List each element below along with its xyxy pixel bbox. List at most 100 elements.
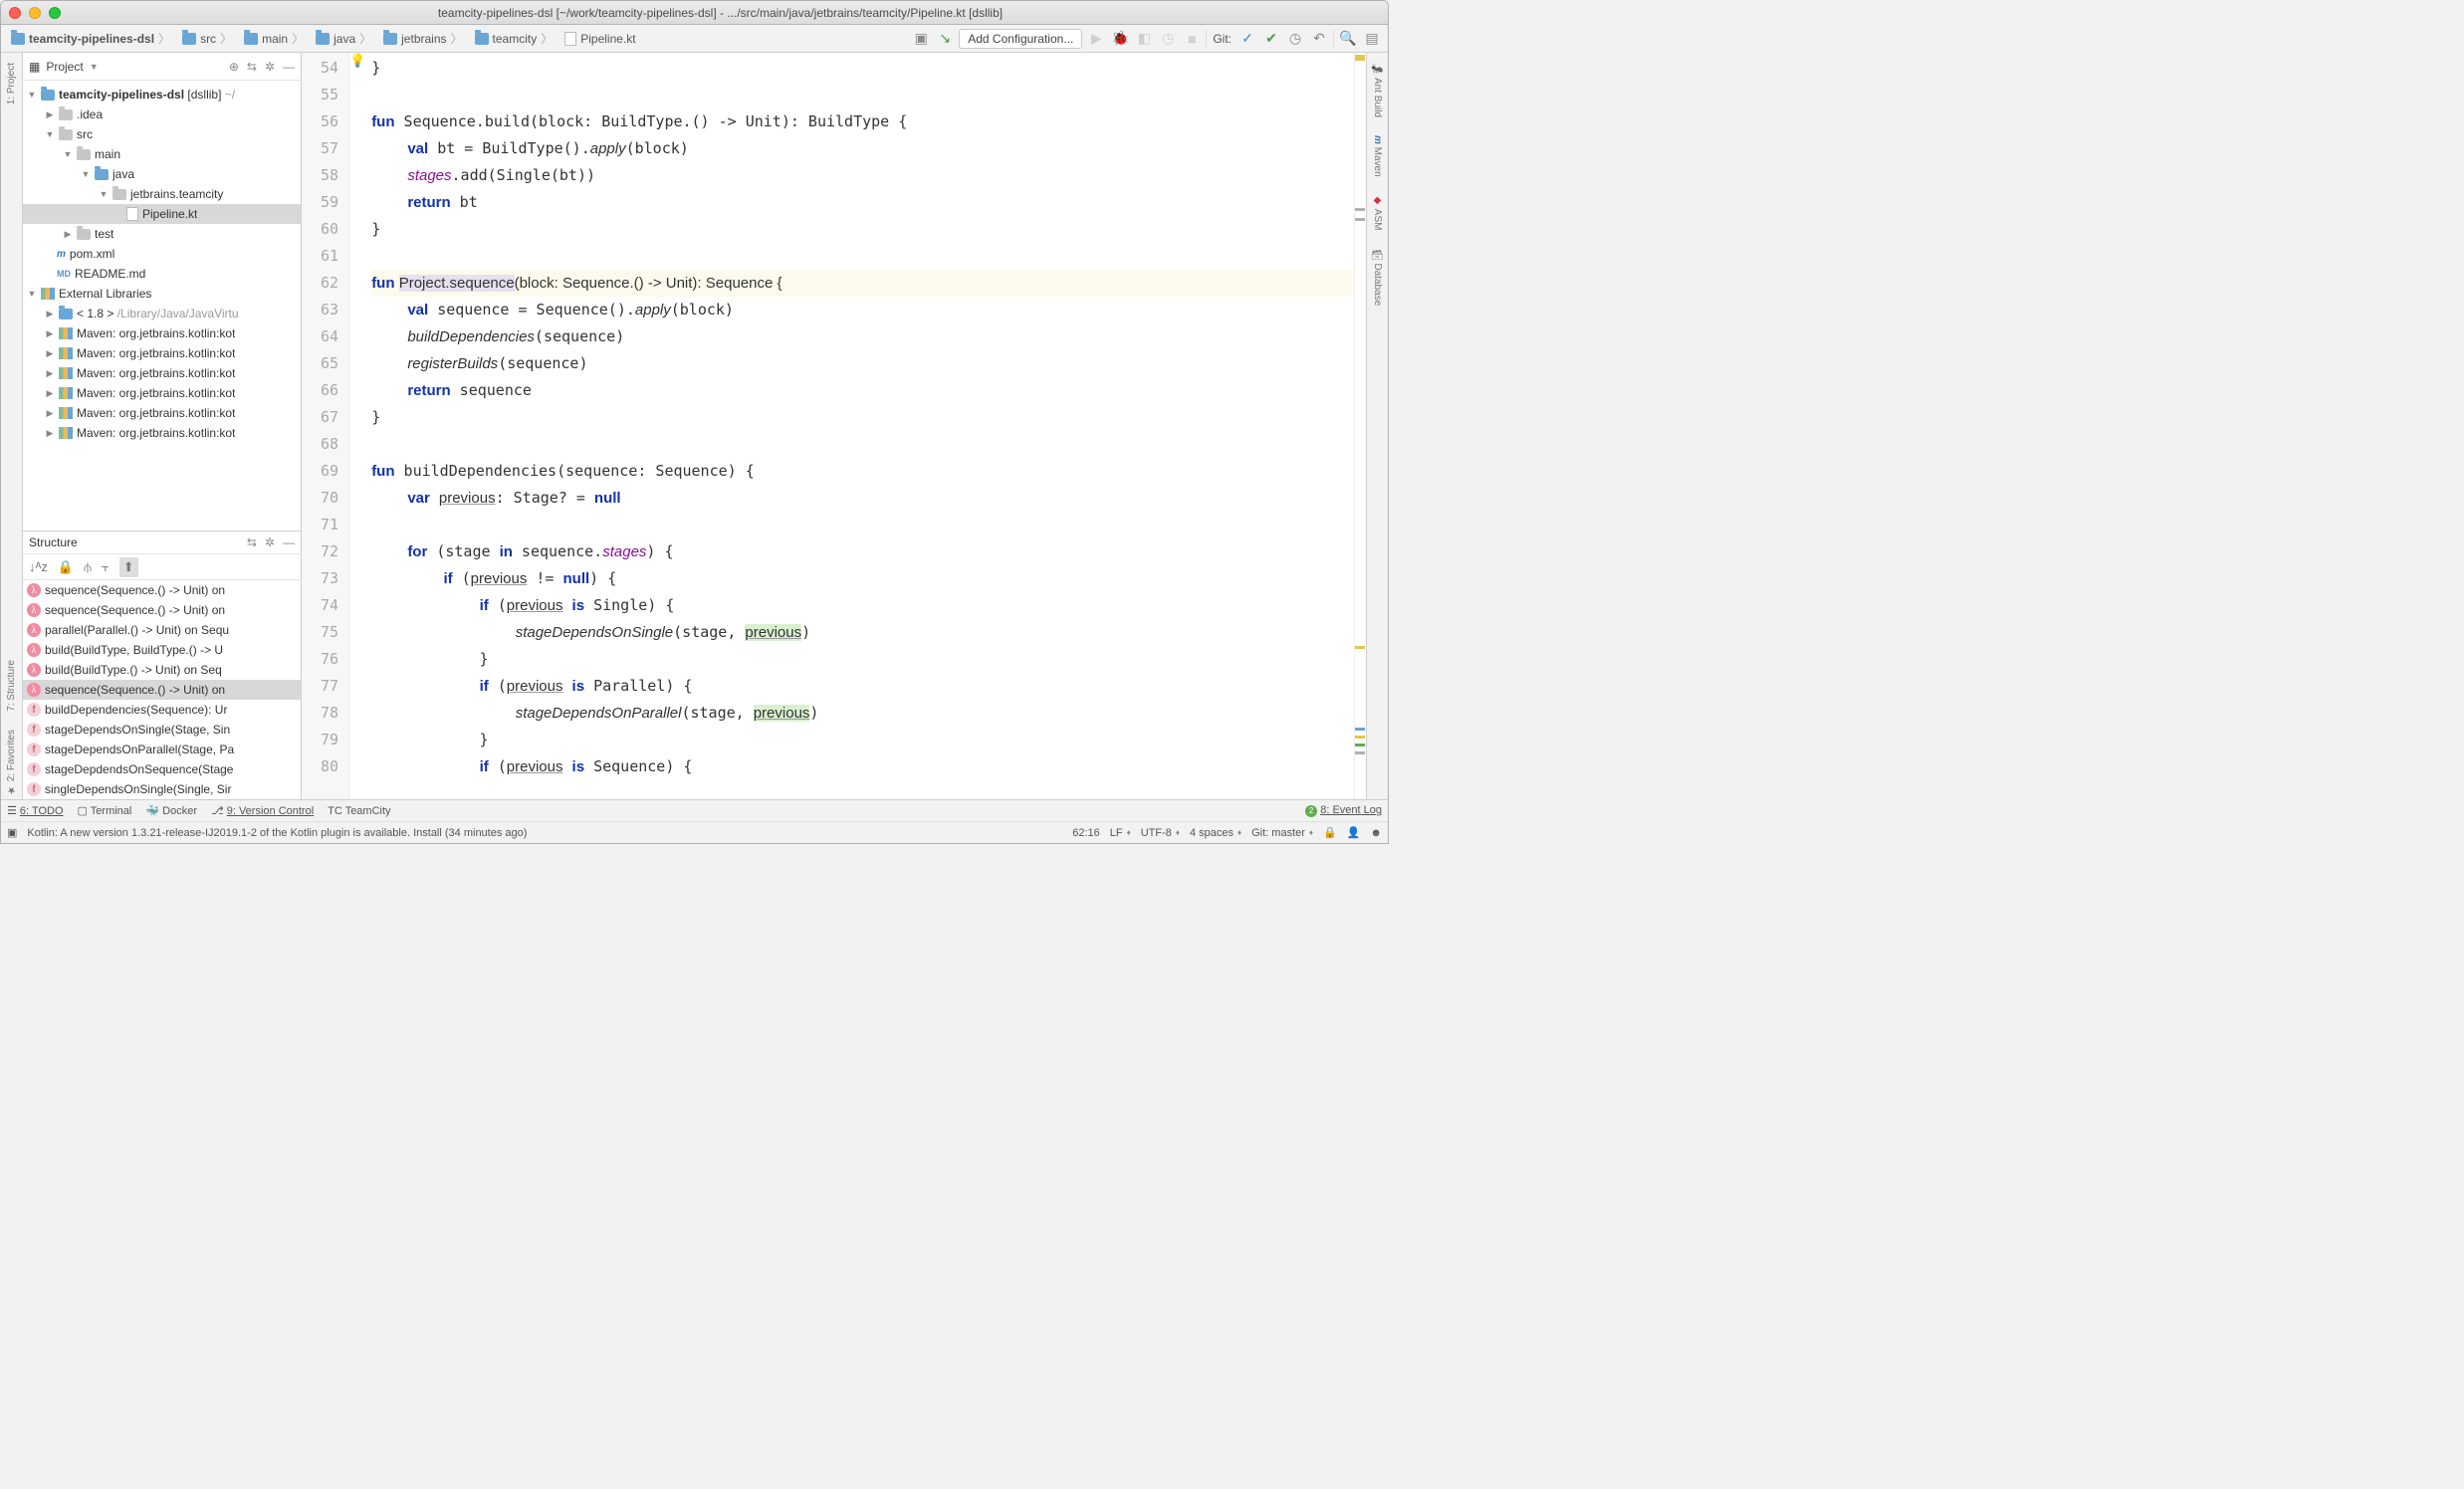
lib-icon — [59, 327, 73, 339]
git-revert-icon[interactable]: ↶ — [1309, 29, 1329, 49]
intention-bulb-icon[interactable]: 💡 — [349, 53, 365, 799]
code-editor[interactable]: 54 55 56 57 58 59 60 61 62 63 64 65 66 6… — [302, 53, 1366, 799]
breadcrumb-root[interactable]: teamcity-pipelines-dsl〉 — [7, 30, 174, 47]
sort-alpha-icon[interactable]: ↓ᴬᴢ — [29, 559, 48, 574]
docker-tool-button[interactable]: 🐳 Docker — [145, 804, 197, 817]
sidebar: ▦ Project ▼ ⊕ ⇆ ✲ — ▼teamcity-pipelines-… — [23, 53, 302, 799]
filter-icon[interactable]: ⫛ — [84, 559, 92, 575]
debug-button[interactable]: 🐞 — [1110, 29, 1130, 49]
indent-setting[interactable]: 4 spaces♦ — [1190, 827, 1241, 839]
ant-tool-tab[interactable]: 🐜 Ant Build — [1372, 59, 1383, 121]
add-configuration-button[interactable]: Add Configuration... — [959, 29, 1082, 49]
hide-panel-icon[interactable]: — — [283, 60, 295, 74]
breadcrumb-item[interactable]: main〉 — [240, 30, 308, 47]
folder-icon — [77, 149, 91, 160]
lib-icon — [59, 367, 73, 379]
caret-position[interactable]: 62:16 — [1072, 827, 1100, 839]
breadcrumb-item[interactable]: jetbrains〉 — [379, 30, 466, 47]
right-tool-tabs: 🐜 Ant Build m Maven ◆ ASM 🗃 Database — [1366, 53, 1388, 799]
minimize-window-button[interactable] — [29, 7, 41, 19]
structure-toolbar: ↓ᴬᴢ 🔒 ⫛ ⫟ ⬆ — [23, 554, 301, 580]
hide-icon[interactable]: — — [283, 535, 295, 549]
lock-icon[interactable]: 🔒 — [58, 559, 74, 575]
git-pull-icon[interactable]: ✓ — [1237, 29, 1257, 49]
select-run-target-icon[interactable]: ▣ — [911, 29, 931, 49]
error-stripe[interactable] — [1354, 53, 1366, 799]
titlebar: teamcity-pipelines-dsl [~/work/teamcity-… — [1, 1, 1388, 25]
ide-settings-icon[interactable]: ▤ — [1362, 29, 1382, 49]
window-title: teamcity-pipelines-dsl [~/work/teamcity-… — [61, 6, 1380, 20]
maven-tool-tab[interactable]: m Maven — [1372, 131, 1383, 181]
build-hammer-icon[interactable]: ↘ — [935, 29, 955, 49]
file-encoding[interactable]: UTF-8♦ — [1141, 827, 1180, 839]
lambda-icon: λ — [27, 583, 41, 597]
breadcrumb-item[interactable]: src〉 — [178, 30, 236, 47]
terminal-tool-button[interactable]: ▢ Terminal — [78, 804, 132, 817]
zoom-window-button[interactable] — [49, 7, 61, 19]
structure-panel-header: Structure ⇆ ✲ — — [23, 531, 301, 554]
breadcrumb-item[interactable]: java〉 — [312, 30, 375, 47]
git-branch[interactable]: Git: master♦ — [1251, 827, 1313, 839]
show-fields-icon[interactable]: ⫟ — [102, 559, 110, 575]
lib-icon — [59, 387, 73, 399]
structure-list[interactable]: λsequence(Sequence.() -> Unit) on λseque… — [23, 580, 301, 799]
tree-file-selected: Pipeline.kt — [23, 204, 301, 224]
favorites-tool-tab[interactable]: ★ 2: Favorites — [6, 726, 17, 799]
profile-button[interactable]: ◷ — [1158, 29, 1178, 49]
lambda-icon: λ — [27, 623, 41, 637]
todo-tool-button[interactable]: ☰ 6: TODO — [7, 804, 64, 817]
navigation-bar: teamcity-pipelines-dsl〉 src〉 main〉 java〉… — [1, 25, 1388, 53]
project-tool-tab[interactable]: 1: Project — [6, 59, 17, 108]
tool-windows-icon[interactable]: ▣ — [7, 826, 17, 839]
function-icon: f — [27, 743, 41, 756]
kotlin-file-icon — [126, 207, 138, 221]
folder-icon — [77, 229, 91, 240]
settings-icon[interactable]: ✲ — [265, 535, 275, 549]
code-area[interactable]: } fun Sequence.build(block: BuildType.()… — [365, 53, 1354, 799]
git-history-icon[interactable]: ◷ — [1285, 29, 1305, 49]
folder-icon — [383, 33, 397, 45]
breadcrumb-item[interactable]: teamcity〉 — [471, 30, 558, 47]
lib-icon — [59, 427, 73, 439]
breadcrumb-file[interactable]: Pipeline.kt — [560, 32, 639, 46]
event-log-badge[interactable]: 2 8: Event Log — [1305, 804, 1382, 817]
stop-button[interactable]: ■ — [1182, 29, 1202, 49]
lambda-icon: λ — [27, 683, 41, 697]
close-window-button[interactable] — [9, 7, 21, 19]
search-everywhere-icon[interactable]: 🔍 — [1338, 29, 1358, 49]
folder-icon — [244, 33, 258, 45]
structure-tool-tab[interactable]: 7: Structure — [6, 656, 17, 716]
folder-icon — [11, 33, 25, 45]
function-icon: f — [27, 782, 41, 796]
lib-icon — [59, 407, 73, 419]
memory-indicator[interactable]: 👤 — [1347, 826, 1361, 839]
lock-icon[interactable]: 🔒 — [1323, 826, 1337, 839]
git-commit-icon[interactable]: ✔ — [1261, 29, 1281, 49]
expand-all-icon[interactable]: ⇆ — [247, 60, 257, 74]
teamcity-tool-button[interactable]: TC TeamCity — [328, 805, 390, 817]
run-button[interactable]: ▶ — [1086, 29, 1106, 49]
vcs-tool-button[interactable]: ⎇ 9: Version Control — [211, 804, 314, 817]
locate-icon[interactable]: ⊕ — [229, 60, 239, 74]
settings-icon[interactable]: ✲ — [265, 60, 275, 74]
line-separator[interactable]: LF♦ — [1110, 827, 1131, 839]
file-icon — [564, 32, 576, 46]
function-icon: f — [27, 723, 41, 737]
libraries-icon — [41, 288, 55, 300]
coverage-button[interactable]: ◧ — [1134, 29, 1154, 49]
lambda-icon: λ — [27, 663, 41, 677]
git-label: Git: — [1211, 32, 1233, 46]
inspections-icon[interactable]: ☻ — [1370, 827, 1382, 839]
folder-icon — [182, 33, 196, 45]
folder-icon — [59, 109, 73, 120]
asm-tool-tab[interactable]: ◆ ASM — [1372, 191, 1383, 234]
autoscroll-icon[interactable]: ⬆ — [119, 557, 138, 577]
source-folder-icon — [95, 169, 109, 180]
module-icon — [41, 90, 55, 101]
package-icon — [112, 189, 126, 200]
project-tree[interactable]: ▼teamcity-pipelines-dsl [dsllib] ~/ ▶.id… — [23, 81, 301, 531]
status-message[interactable]: Kotlin: A new version 1.3.21-release-IJ2… — [27, 827, 527, 839]
expand-icon[interactable]: ⇆ — [247, 535, 257, 549]
database-tool-tab[interactable]: 🗃 Database — [1372, 244, 1383, 310]
lambda-icon: λ — [27, 603, 41, 617]
